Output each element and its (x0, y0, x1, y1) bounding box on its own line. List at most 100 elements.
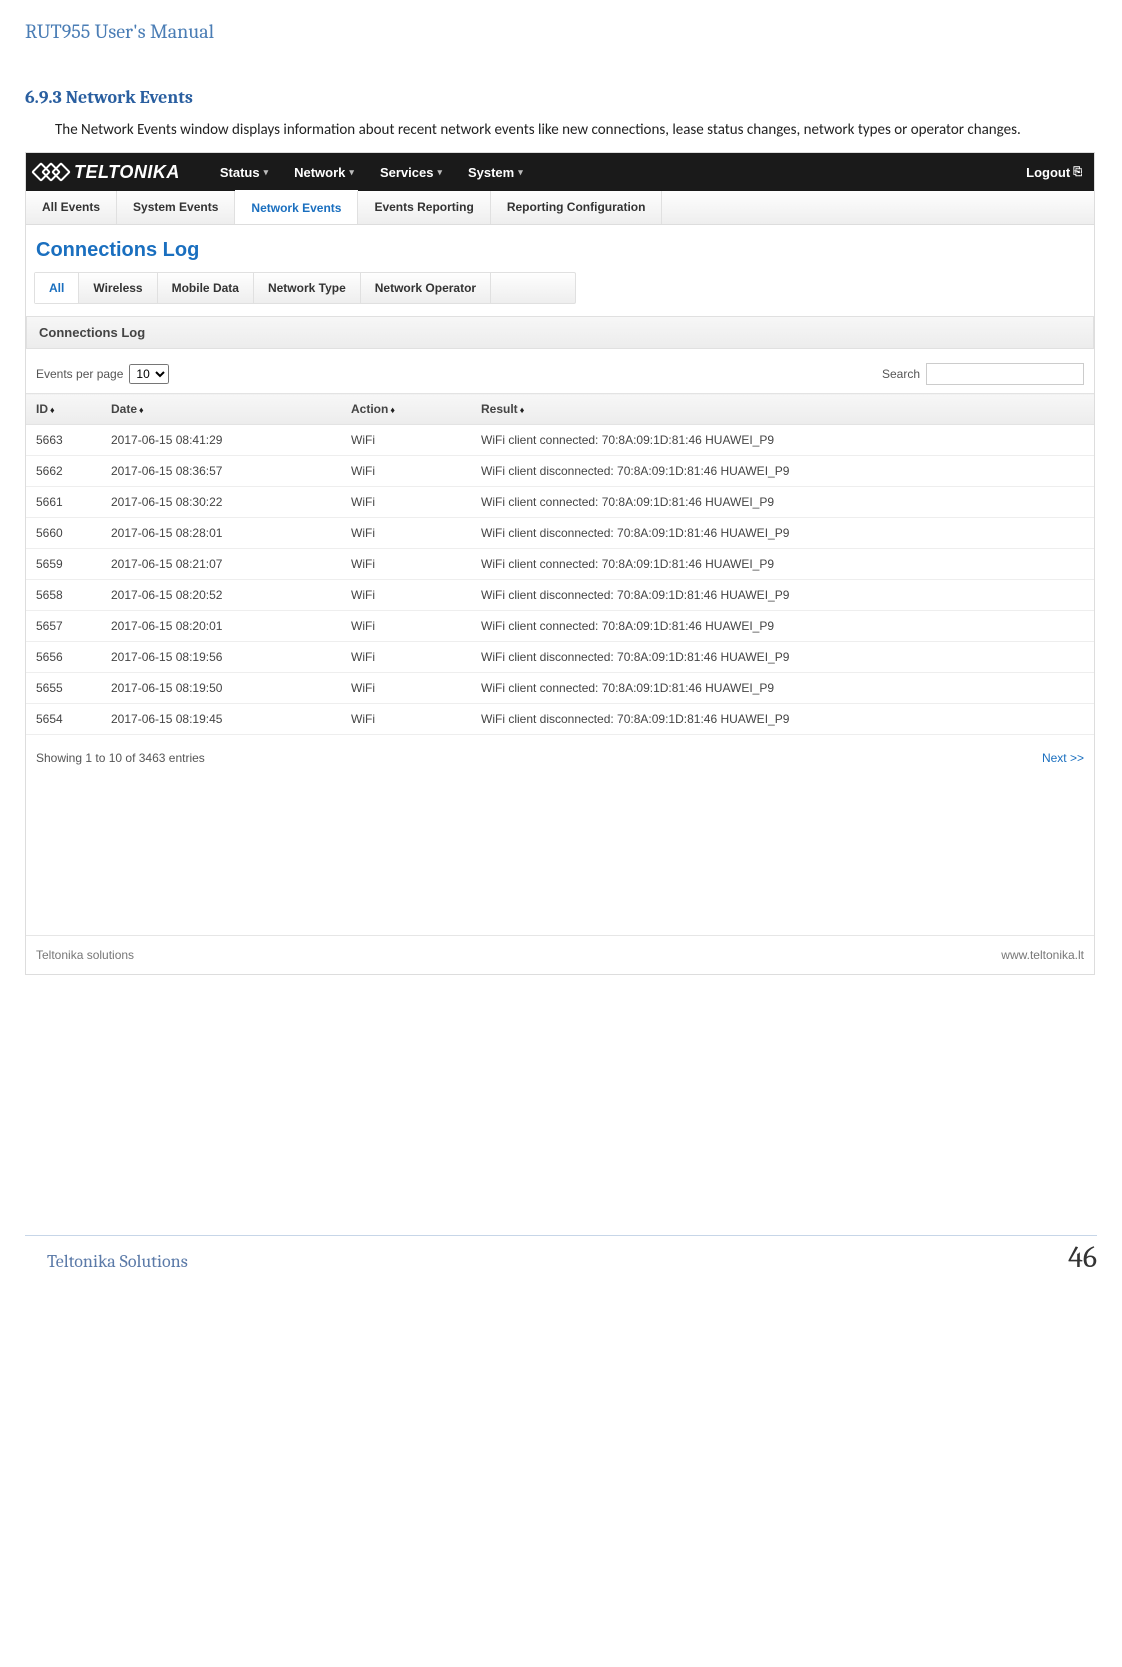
table-row: 56592017-06-15 08:21:07WiFiWiFi client c… (26, 549, 1094, 580)
sort-icon: ♦ (50, 405, 55, 415)
events-per-page-label: Events per page (36, 367, 123, 381)
brand-logo: TELTONIKA (38, 162, 180, 183)
nav-item-services[interactable]: Services▾ (380, 165, 442, 180)
showing-entries-text: Showing 1 to 10 of 3463 entries (36, 751, 205, 765)
table-cell: 2017-06-15 08:19:45 (101, 704, 341, 735)
sort-icon: ♦ (520, 405, 525, 415)
chevron-down-icon: ▾ (264, 167, 269, 178)
col-action[interactable]: Action♦ (341, 394, 471, 425)
doc-header: RUT955 User's Manual (25, 20, 1097, 47)
nav-item-network[interactable]: Network▾ (294, 165, 354, 180)
table-cell: 5660 (26, 518, 101, 549)
table-row: 56572017-06-15 08:20:01WiFiWiFi client c… (26, 611, 1094, 642)
subtab-network-type[interactable]: Network Type (254, 273, 361, 303)
table-cell: WiFi (341, 704, 471, 735)
footer-brand: Teltonika solutions (36, 948, 134, 962)
events-per-page-select[interactable]: 10 (129, 364, 169, 384)
table-row: 56562017-06-15 08:19:56WiFiWiFi client d… (26, 642, 1094, 673)
table-row: 56612017-06-15 08:30:22WiFiWiFi client c… (26, 487, 1094, 518)
subtab-all[interactable]: All (35, 273, 79, 303)
table-cell: WiFi client disconnected: 70:8A:09:1D:81… (471, 518, 1094, 549)
chevron-down-icon: ▾ (437, 167, 442, 178)
primary-tabs: All Events System Events Network Events … (26, 191, 1094, 225)
page-number: 46 (1068, 1240, 1097, 1275)
table-cell: WiFi (341, 673, 471, 704)
table-cell: WiFi client connected: 70:8A:09:1D:81:46… (471, 425, 1094, 456)
tab-reporting-configuration[interactable]: Reporting Configuration (491, 191, 663, 224)
table-cell: WiFi client connected: 70:8A:09:1D:81:46… (471, 487, 1094, 518)
table-cell: 5661 (26, 487, 101, 518)
nav-item-status[interactable]: Status▾ (220, 165, 268, 180)
tab-events-reporting[interactable]: Events Reporting (358, 191, 490, 224)
chevron-down-icon: ▾ (349, 167, 354, 178)
table-row: 56552017-06-15 08:19:50WiFiWiFi client c… (26, 673, 1094, 704)
table-cell: 2017-06-15 08:19:50 (101, 673, 341, 704)
chevron-down-icon: ▾ (518, 167, 523, 178)
table-cell: WiFi (341, 518, 471, 549)
table-cell: WiFi (341, 487, 471, 518)
table-cell: WiFi client disconnected: 70:8A:09:1D:81… (471, 580, 1094, 611)
table-cell: 5657 (26, 611, 101, 642)
section-heading: 6.9.3 Network Events (25, 87, 1097, 108)
table-cell: 5654 (26, 704, 101, 735)
doc-footer: Teltonika Solutions 46 (25, 1235, 1097, 1275)
col-id[interactable]: ID♦ (26, 394, 101, 425)
tab-all-events[interactable]: All Events (26, 191, 117, 224)
table-cell: WiFi (341, 549, 471, 580)
table-cell: WiFi (341, 425, 471, 456)
table-cell: WiFi client disconnected: 70:8A:09:1D:81… (471, 456, 1094, 487)
table-cell: WiFi client disconnected: 70:8A:09:1D:81… (471, 704, 1094, 735)
table-cell: WiFi client connected: 70:8A:09:1D:81:46… (471, 611, 1094, 642)
doc-footer-brand: Teltonika Solutions (25, 1251, 188, 1272)
secondary-tabs: All Wireless Mobile Data Network Type Ne… (34, 272, 576, 304)
table-cell: 2017-06-15 08:30:22 (101, 487, 341, 518)
nav-item-system[interactable]: System▾ (468, 165, 523, 180)
table-cell: WiFi client disconnected: 70:8A:09:1D:81… (471, 642, 1094, 673)
section-number: 6.9.3 (25, 87, 62, 108)
sort-icon: ♦ (139, 405, 144, 415)
subtab-network-operator[interactable]: Network Operator (361, 273, 491, 303)
table-cell: 5658 (26, 580, 101, 611)
table-cell: WiFi client connected: 70:8A:09:1D:81:46… (471, 549, 1094, 580)
table-cell: WiFi (341, 642, 471, 673)
logout-button[interactable]: Logout⎘ (1026, 165, 1082, 180)
table-row: 56602017-06-15 08:28:01WiFiWiFi client d… (26, 518, 1094, 549)
table-cell: WiFi (341, 611, 471, 642)
table-cell: WiFi (341, 456, 471, 487)
table-cell: 5663 (26, 425, 101, 456)
brand-mark-icon (38, 165, 68, 179)
table-cell: 2017-06-15 08:36:57 (101, 456, 341, 487)
table-cell: 5656 (26, 642, 101, 673)
events-table: ID♦ Date♦ Action♦ Result♦ 56632017-06-15… (26, 393, 1094, 735)
footer-site: www.teltonika.lt (1001, 948, 1084, 962)
table-row: 56582017-06-15 08:20:52WiFiWiFi client d… (26, 580, 1094, 611)
app-footer: Teltonika solutions www.teltonika.lt (26, 935, 1094, 974)
table-cell: 2017-06-15 08:19:56 (101, 642, 341, 673)
table-cell: 2017-06-15 08:21:07 (101, 549, 341, 580)
table-header-row: ID♦ Date♦ Action♦ Result♦ (26, 394, 1094, 425)
nav-links: Status▾ Network▾ Services▾ System▾ (220, 165, 523, 180)
subtab-mobile-data[interactable]: Mobile Data (158, 273, 254, 303)
section-body: The Network Events window displays infor… (25, 120, 1097, 140)
top-navbar: TELTONIKA Status▾ Network▾ Services▾ Sys… (26, 153, 1094, 191)
next-page-link[interactable]: Next >> (1042, 751, 1084, 765)
tab-network-events[interactable]: Network Events (235, 190, 358, 224)
screenshot-panel: TELTONIKA Status▾ Network▾ Services▾ Sys… (25, 152, 1095, 975)
page-title: Connections Log (26, 225, 1094, 272)
table-cell: 2017-06-15 08:41:29 (101, 425, 341, 456)
brand-text: TELTONIKA (74, 162, 180, 183)
tab-system-events[interactable]: System Events (117, 191, 235, 224)
col-date[interactable]: Date♦ (101, 394, 341, 425)
sort-icon: ♦ (390, 405, 395, 415)
subtab-wireless[interactable]: Wireless (79, 273, 157, 303)
table-cell: 5662 (26, 456, 101, 487)
table-controls: Events per page 10 Search (26, 349, 1094, 393)
table-cell: 5659 (26, 549, 101, 580)
table-cell: WiFi (341, 580, 471, 611)
search-label: Search (882, 367, 920, 381)
table-row: 56632017-06-15 08:41:29WiFiWiFi client c… (26, 425, 1094, 456)
table-cell: 2017-06-15 08:28:01 (101, 518, 341, 549)
search-input[interactable] (926, 363, 1084, 385)
logout-icon: ⎘ (1073, 166, 1082, 179)
col-result[interactable]: Result♦ (471, 394, 1094, 425)
